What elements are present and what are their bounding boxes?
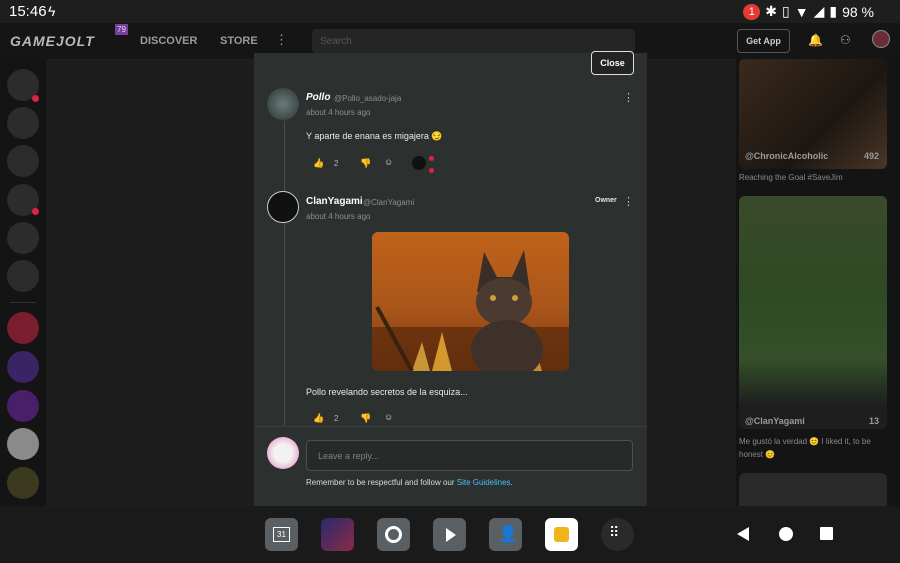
logo-count-badge: 79: [115, 24, 128, 35]
right-panel: @ChronicAlcoholic 492 Reaching the Goal …: [736, 59, 900, 513]
add-reaction-icon[interactable]: ☺: [384, 157, 393, 167]
community-avatar[interactable]: [7, 467, 39, 499]
sidebar-item-library[interactable]: [7, 260, 39, 292]
home-icon[interactable]: [779, 527, 793, 541]
comments-modal: Close Pollo @Pollo_asado-jaja about 4 ho…: [254, 51, 647, 506]
notification-dot: [32, 208, 39, 215]
calendar-app-icon[interactable]: 31: [265, 518, 298, 551]
gamejolt-app-icon[interactable]: [545, 518, 578, 551]
comment-text: Y aparte de enana es migajera 😏: [306, 131, 443, 141]
chrome-icon: [385, 526, 402, 543]
comment-author[interactable]: ClanYagami: [306, 196, 363, 207]
chrome-app-icon[interactable]: [377, 518, 410, 551]
card-author: @ChronicAlcoholic: [745, 151, 829, 161]
clock: 15:46: [9, 3, 47, 20]
more-menu-icon[interactable]: ⋮: [275, 32, 288, 48]
owner-badge: Owner: [595, 197, 617, 204]
post-card[interactable]: @ClanYagami 13: [739, 196, 887, 429]
bell-icon[interactable]: 🔔: [808, 33, 823, 47]
status-icons: 1 ✱ ▯ ▼ ◢ ▮ 98 %: [743, 3, 874, 20]
comment-handle[interactable]: @Pollo_asado-jaja: [334, 94, 401, 103]
reaction-avatar[interactable]: [412, 156, 426, 170]
reply-area: Leave a reply... Remember to be respectf…: [254, 426, 647, 506]
grid-icon: ⠿: [609, 524, 619, 540]
clanyagami-avatar[interactable]: [267, 191, 299, 223]
app-drawer-icon[interactable]: ⠿: [601, 518, 634, 551]
comment-time[interactable]: about 4 hours ago: [306, 212, 371, 221]
gamejolt-icon: [554, 527, 569, 542]
game-app-icon[interactable]: [321, 518, 354, 551]
friends-icon[interactable]: ⚇: [840, 33, 851, 47]
comment-text: Pollo revelando secretos de la esquiza..…: [306, 387, 468, 397]
gamejolt-logo[interactable]: GAMEJOLT: [10, 33, 95, 49]
search-input[interactable]: Search: [312, 29, 635, 53]
discover-link[interactable]: DISCOVER: [140, 35, 197, 47]
community-avatar[interactable]: [7, 312, 39, 344]
card-caption: Reaching the Goal #SaveJim: [739, 173, 843, 182]
card-likes: 13: [868, 416, 879, 426]
like-count: 2: [334, 159, 339, 168]
close-button[interactable]: Close: [591, 51, 634, 75]
person-icon: 👤: [498, 526, 518, 543]
bluetooth-icon: ✱: [765, 3, 777, 19]
youtube-app-icon[interactable]: [433, 518, 466, 551]
card-author: @ClanYagami: [745, 416, 805, 426]
dislike-icon[interactable]: 👎: [360, 158, 371, 169]
guidelines-prefix: Remember to be respectful and follow our: [306, 478, 457, 487]
reply-input[interactable]: Leave a reply...: [306, 440, 633, 471]
status-bar: 15:46 ϟ 1 ✱ ▯ ▼ ◢ ▮ 98 %: [0, 0, 900, 23]
user-avatar[interactable]: [872, 30, 890, 48]
lightning-icon: ϟ: [48, 3, 56, 19]
comment-handle[interactable]: @ClanYagami: [363, 198, 414, 207]
guidelines-suffix: .: [510, 478, 513, 487]
get-app-button[interactable]: Get App: [737, 29, 790, 53]
like-count: 2: [334, 414, 339, 423]
cat-gif-image[interactable]: [372, 232, 569, 371]
kebab-menu-icon[interactable]: ⋮: [623, 195, 634, 208]
signal-icon: ◢: [813, 3, 825, 19]
recents-icon[interactable]: [820, 527, 833, 540]
battery-icon: ▮: [829, 3, 838, 19]
calendar-day: 31: [273, 527, 290, 542]
sidebar-divider: [10, 302, 36, 303]
play-icon: [446, 528, 456, 542]
cat-illustration: [372, 250, 569, 371]
card-caption: Me gustó la verdad 😊 I liked it, to be h…: [739, 437, 871, 459]
sidebar-item-store[interactable]: [7, 107, 39, 139]
battery-percent: 98 %: [842, 3, 874, 20]
contacts-app-icon[interactable]: 👤: [489, 518, 522, 551]
comment-author[interactable]: Pollo: [306, 92, 330, 103]
back-icon[interactable]: [737, 527, 749, 541]
reaction-dot: [429, 168, 434, 173]
community-avatar[interactable]: [7, 390, 39, 422]
wifi-icon: ▼: [794, 3, 809, 20]
vibrate-icon: ▯: [782, 3, 790, 19]
left-sidebar: [0, 59, 46, 506]
notification-count-badge: 1: [743, 3, 761, 20]
like-icon[interactable]: 👍: [313, 158, 324, 169]
reaction-dot: [429, 156, 434, 161]
thread-line: [284, 121, 285, 426]
android-taskbar: 31 👤 ⠿: [0, 506, 900, 563]
current-user-avatar: [267, 437, 299, 469]
community-avatar[interactable]: [7, 351, 39, 383]
dislike-icon[interactable]: 👎: [360, 413, 371, 424]
add-reaction-icon[interactable]: ☺: [384, 412, 393, 422]
site-guidelines-link[interactable]: Site Guidelines: [457, 478, 511, 487]
sidebar-item-inventory[interactable]: [7, 145, 39, 177]
notification-dot: [32, 95, 39, 102]
like-icon[interactable]: 👍: [313, 413, 324, 424]
post-card[interactable]: @ChronicAlcoholic 492: [739, 59, 887, 169]
pollo-avatar[interactable]: [267, 88, 299, 120]
community-avatar[interactable]: [7, 428, 39, 460]
guidelines-notice: Remember to be respectful and follow our…: [306, 478, 513, 487]
card-likes: 492: [863, 151, 879, 161]
kebab-menu-icon[interactable]: ⋮: [623, 91, 634, 104]
sidebar-item-chat[interactable]: [7, 222, 39, 254]
comment-time[interactable]: about 4 hours ago: [306, 108, 371, 117]
store-link[interactable]: STORE: [220, 35, 258, 47]
